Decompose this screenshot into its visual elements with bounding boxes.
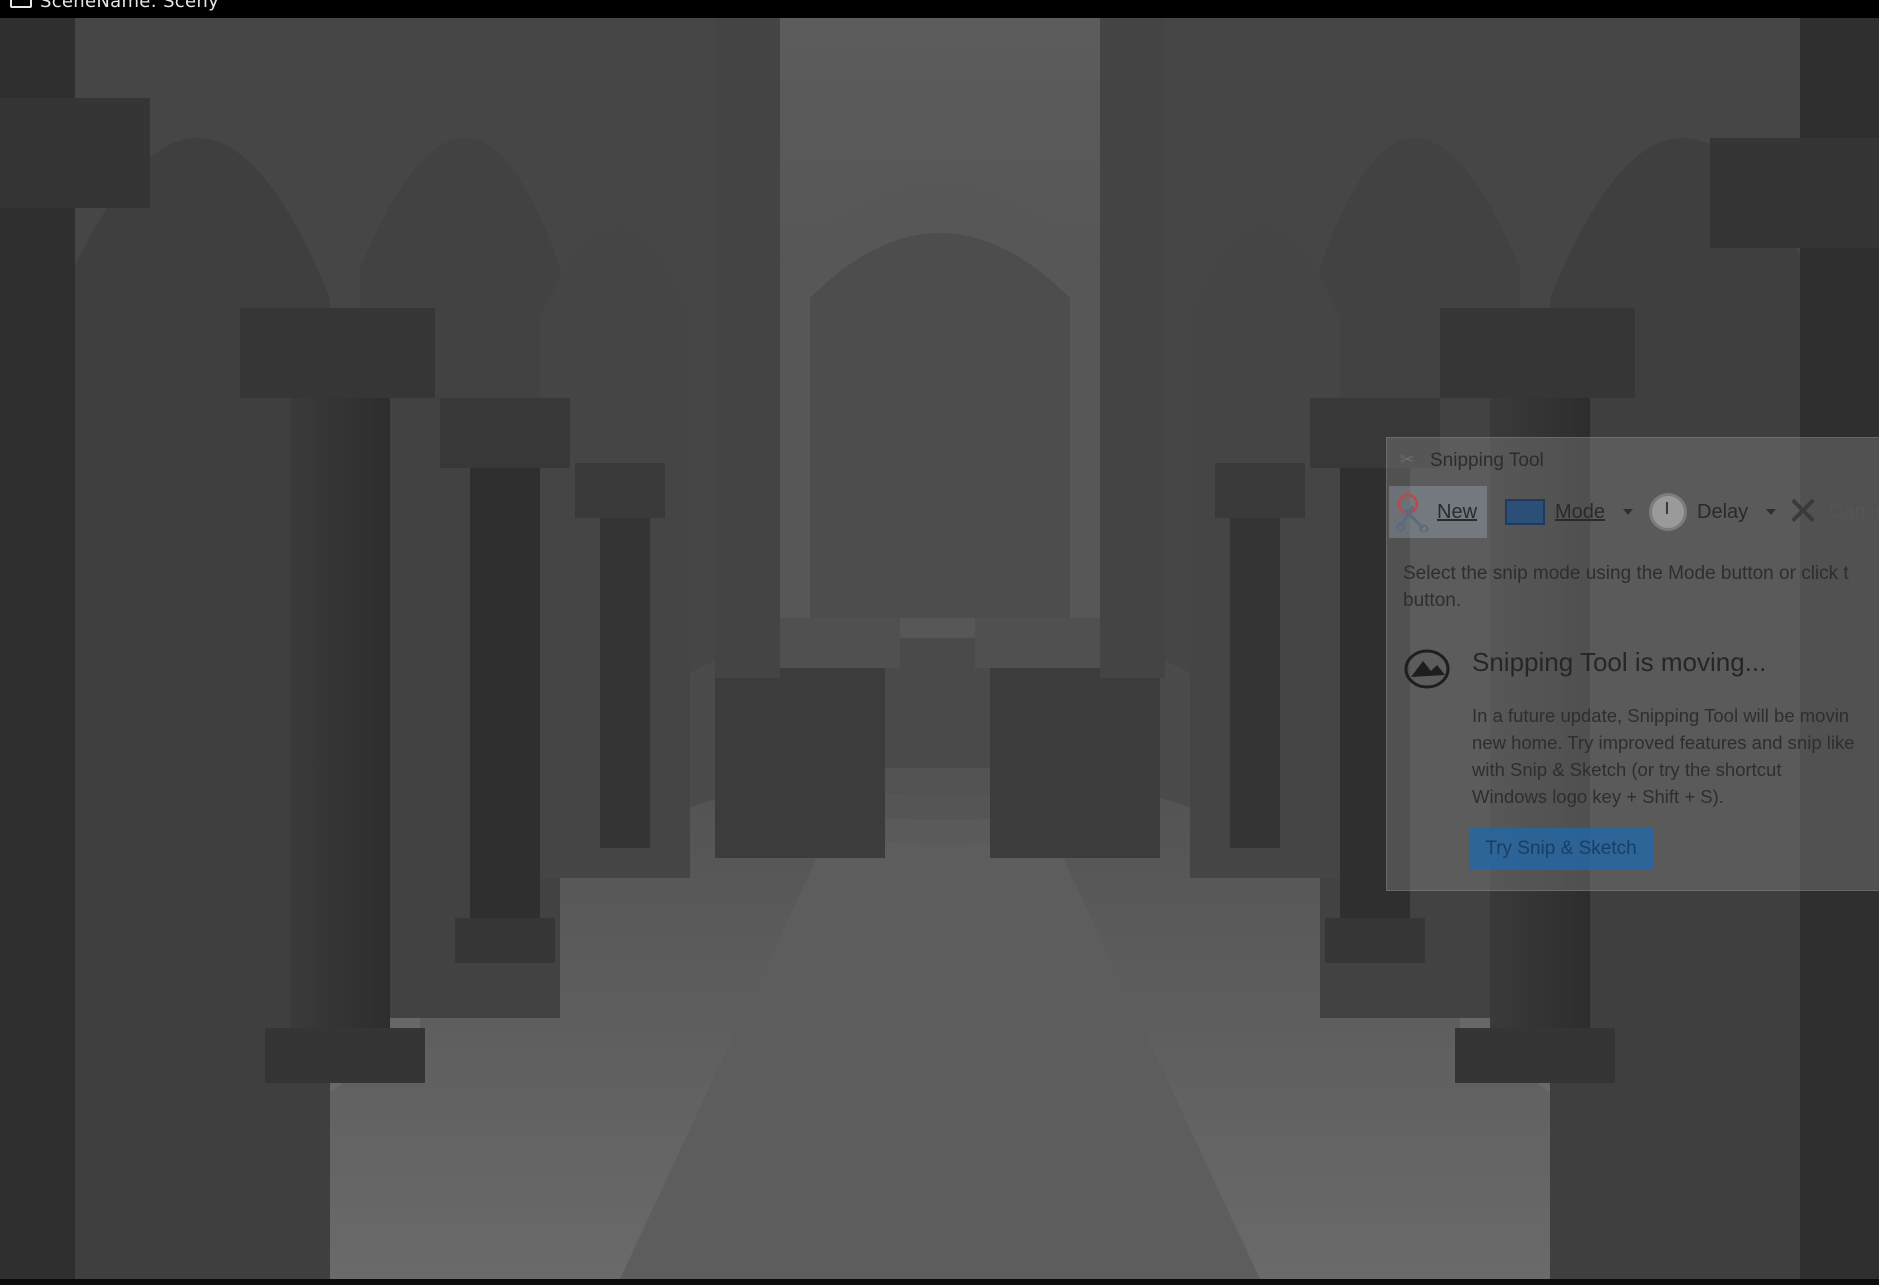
mode-button[interactable]: Mode bbox=[1497, 486, 1645, 538]
notice-body-line-4: Windows logo key + Shift + S). bbox=[1472, 786, 1724, 807]
moving-notice-body: In a future update, Snipping Tool will b… bbox=[1472, 702, 1879, 810]
new-snip-icon bbox=[1396, 493, 1429, 532]
try-snip-sketch-button[interactable]: Try Snip & Sketch bbox=[1469, 828, 1653, 870]
app-title: SceneName: Sceny bbox=[40, 0, 220, 12]
moving-notice-heading: Snipping Tool is moving... bbox=[1472, 647, 1767, 677]
snipping-tool-window[interactable]: ✂ Snipping Tool New Mode Delay ✕ Cance bbox=[1386, 437, 1879, 891]
window-icon bbox=[10, 0, 32, 8]
mode-icon bbox=[1505, 499, 1545, 525]
snip-mode-hint-line-1: Select the snip mode using the Mode butt… bbox=[1403, 563, 1849, 584]
snip-mode-hint: Select the snip mode using the Mode butt… bbox=[1403, 560, 1879, 614]
app-title-bar: SceneName: Sceny bbox=[0, 0, 1879, 18]
notice-body-line-1: In a future update, Snipping Tool will b… bbox=[1472, 705, 1850, 726]
delay-dropdown-arrow-icon[interactable] bbox=[1766, 509, 1777, 515]
clock-icon bbox=[1649, 493, 1687, 531]
new-snip-label: New bbox=[1437, 500, 1478, 523]
delay-label: Delay bbox=[1697, 500, 1749, 523]
snipping-tool-title: Snipping Tool bbox=[1430, 450, 1544, 471]
mode-dropdown-arrow-icon[interactable] bbox=[1623, 509, 1634, 515]
scissors-icon: ✂ bbox=[1400, 450, 1415, 470]
snip-sketch-icon bbox=[1404, 649, 1450, 689]
mode-label: Mode bbox=[1555, 500, 1606, 523]
notice-body-line-3: with Snip & Sketch (or try the shortcut bbox=[1472, 759, 1782, 780]
cancel-label: Cance bbox=[1829, 500, 1879, 523]
snipping-tool-title-bar[interactable]: ✂ Snipping Tool bbox=[1387, 438, 1879, 478]
snipping-tool-toolbar: New Mode Delay ✕ Cance bbox=[1387, 486, 1879, 538]
notice-body-line-2: new home. Try improved features and snip… bbox=[1472, 732, 1855, 753]
new-snip-button[interactable]: New bbox=[1389, 486, 1487, 538]
delay-button[interactable]: Delay bbox=[1643, 486, 1793, 538]
cancel-button[interactable]: ✕ Cance bbox=[1785, 486, 1879, 538]
bottom-border bbox=[0, 1279, 1879, 1285]
close-x-icon: ✕ bbox=[1786, 490, 1820, 534]
snip-mode-hint-line-2: button. bbox=[1403, 590, 1462, 611]
